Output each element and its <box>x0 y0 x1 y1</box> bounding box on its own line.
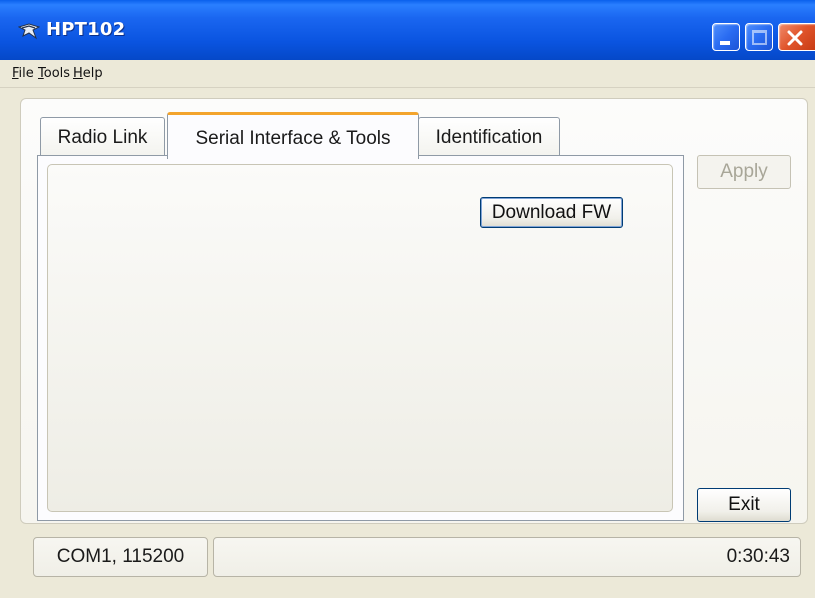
maximize-icon <box>752 30 767 45</box>
exit-button[interactable]: Exit <box>697 488 791 522</box>
download-fw-button[interactable]: Download FW <box>480 197 623 228</box>
close-icon <box>787 30 803 46</box>
status-port: COM1, 115200 <box>33 537 208 577</box>
tab-radio-link[interactable]: Radio Link <box>40 117 165 157</box>
tab-identification[interactable]: Identification <box>418 117 560 157</box>
menu-tools[interactable]: Tools <box>38 66 70 81</box>
menu-bar: File Tools Help <box>0 60 815 88</box>
minimize-button[interactable] <box>712 23 740 51</box>
app-window: HPT102 File Tools Help Radio Link Serial… <box>0 0 815 598</box>
window-title: HPT102 <box>46 19 126 40</box>
tab-serial-interface-tools[interactable]: Serial Interface & Tools <box>167 112 419 159</box>
status-time: 0:30:43 <box>213 537 801 577</box>
menu-tools-rest: ools <box>43 66 71 81</box>
apply-button[interactable]: Apply <box>697 155 791 189</box>
app-icon <box>18 23 40 40</box>
menu-help-rest: elp <box>82 66 103 81</box>
menu-file-rest: ile <box>18 66 34 81</box>
menu-help[interactable]: Help <box>73 66 103 81</box>
close-button[interactable] <box>778 23 815 51</box>
status-bar: COM1, 115200 0:30:43 <box>0 528 815 598</box>
menu-file[interactable]: File <box>12 66 34 81</box>
title-bar[interactable]: HPT102 <box>0 0 815 60</box>
maximize-button[interactable] <box>745 23 773 51</box>
minimize-icon <box>720 41 730 45</box>
menu-help-accel: H <box>73 66 83 81</box>
